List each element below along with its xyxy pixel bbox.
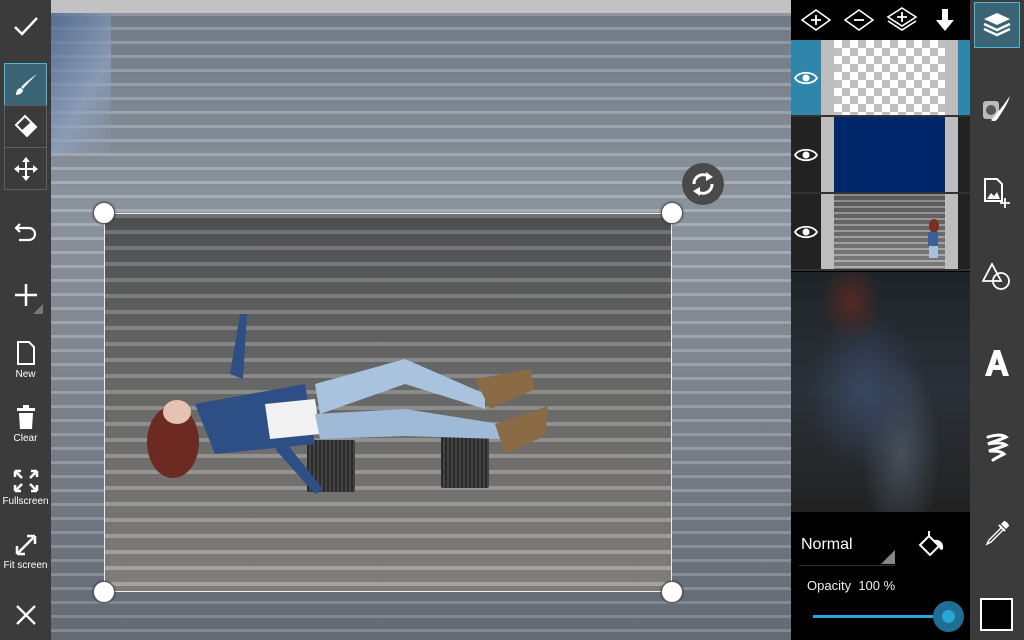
eyedropper-button[interactable] [974, 510, 1020, 556]
eraser-icon [14, 114, 37, 137]
blend-mode-value: Normal [801, 536, 853, 553]
layer-thumbnail-transparent [834, 40, 945, 115]
shapes-icon [982, 262, 1010, 290]
blend-mode-select[interactable]: Normal [799, 530, 895, 566]
layers-panel: Normal Opacity 100 % [791, 0, 970, 640]
close-button[interactable] [4, 598, 47, 632]
fit-screen-button[interactable]: Fit screen [4, 528, 47, 576]
background-railing [51, 13, 111, 153]
layers-icon [983, 13, 1011, 37]
selected-image-layer[interactable] [104, 213, 672, 592]
opacity-slider-track[interactable] [813, 615, 948, 618]
camera-brush-icon [983, 96, 1010, 122]
new-label: New [15, 369, 36, 380]
fullscreen-icon [13, 469, 38, 493]
layer-thumbnail-frame [821, 117, 958, 192]
eye-icon [794, 148, 818, 161]
clear-label: Clear [13, 433, 38, 444]
layers-toolbar [791, 0, 970, 40]
transform-handle-bottom-left[interactable] [93, 581, 115, 603]
layer-row[interactable] [791, 117, 970, 194]
opacity-label: Opacity 100 % [807, 578, 895, 593]
expand-corner-icon [33, 304, 43, 314]
brush-tool-button[interactable] [4, 63, 47, 106]
layer-row[interactable] [791, 40, 970, 117]
eyedropper-icon [985, 521, 1009, 546]
close-icon [15, 605, 36, 625]
move-tool-button[interactable] [4, 147, 47, 190]
fit-screen-icon [15, 534, 36, 556]
remove-layer-button[interactable] [841, 2, 877, 38]
trash-icon [16, 405, 35, 429]
canvas-area[interactable] [51, 0, 791, 640]
add-image-button[interactable] [974, 170, 1020, 216]
tool-group [4, 63, 47, 190]
add-layer-icon [801, 9, 832, 31]
layer-visibility-toggle[interactable] [791, 70, 821, 86]
merge-down-button[interactable] [927, 2, 963, 38]
text-button[interactable] [974, 340, 1020, 386]
thumbnail-figure [928, 219, 939, 258]
check-icon [13, 17, 38, 36]
current-color-swatch[interactable] [980, 598, 1013, 631]
opacity-value: 100 % [858, 578, 896, 593]
transform-handle-bottom-right[interactable] [661, 581, 683, 603]
add-layer-button[interactable] [798, 2, 834, 38]
undo-icon [13, 223, 36, 242]
opacity-slider-knob[interactable] [941, 610, 955, 623]
layer-thumbnail-fill [834, 117, 945, 192]
add-image-icon [984, 178, 1010, 208]
transform-handle-top-left[interactable] [93, 202, 115, 224]
layer-preview-area [791, 272, 970, 512]
text-icon [985, 350, 1009, 376]
eye-icon [794, 225, 818, 238]
new-file-icon [16, 341, 35, 365]
opacity-text: Opacity [807, 578, 852, 593]
clear-button[interactable]: Clear [4, 400, 47, 448]
layer-visibility-toggle[interactable] [791, 224, 821, 240]
arrow-down-icon [935, 9, 954, 31]
blend-panel: Normal Opacity 100 % [791, 512, 970, 640]
layers-button[interactable] [974, 2, 1020, 48]
duplicate-layer-icon [886, 7, 918, 31]
undo-button[interactable] [4, 214, 47, 250]
layer-thumbnail-photo [834, 194, 945, 269]
layer-thumbnail-frame [821, 40, 958, 115]
layer-row[interactable] [791, 194, 970, 271]
preview-image [791, 272, 970, 512]
left-toolbar: New Clear Fullscreen Fit screen [0, 0, 51, 640]
fit-screen-label: Fit screen [3, 560, 48, 571]
right-toolbar [970, 0, 1024, 640]
levitating-woman [147, 314, 548, 494]
remove-layer-icon [844, 9, 875, 31]
effects-button[interactable] [974, 424, 1020, 470]
eye-icon [794, 71, 818, 84]
photo-editor: New Clear Fullscreen Fit screen Normal O… [0, 0, 1024, 640]
eraser-tool-button[interactable] [4, 105, 47, 148]
dropdown-corner-icon [881, 550, 895, 564]
duplicate-layer-button[interactable] [884, 2, 920, 38]
scribble-icon [986, 433, 1009, 462]
brush-icon [15, 73, 37, 95]
rotate-icon [692, 172, 714, 196]
fullscreen-label: Fullscreen [2, 496, 49, 507]
paint-bucket-icon [918, 531, 944, 557]
fill-button[interactable] [913, 524, 949, 564]
fullscreen-button[interactable]: Fullscreen [2, 464, 49, 512]
add-button[interactable] [4, 276, 47, 314]
rotate-handle[interactable] [682, 163, 724, 205]
photo-brush-button[interactable] [974, 86, 1020, 132]
layer-thumbnail-frame [821, 194, 958, 269]
shapes-button[interactable] [974, 254, 1020, 300]
transform-handle-top-right[interactable] [661, 202, 683, 224]
layer-visibility-toggle[interactable] [791, 147, 821, 163]
confirm-button[interactable] [4, 8, 47, 44]
new-button[interactable]: New [4, 336, 47, 384]
move-icon [13, 156, 38, 181]
